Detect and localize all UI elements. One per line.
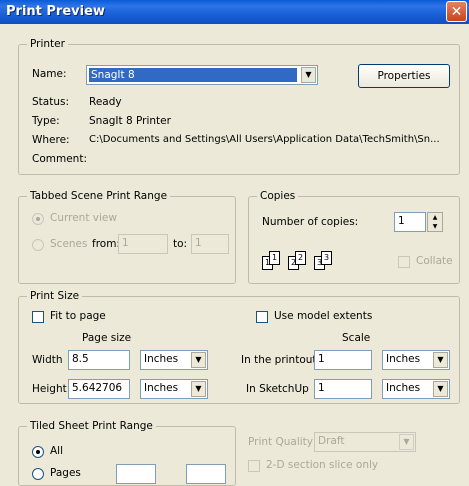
section-slice-checkbox[interactable] <box>248 460 260 472</box>
chevron-down-icon: ▼ <box>301 67 316 83</box>
chevron-down-icon: ▼ <box>191 352 206 368</box>
scenes-radio[interactable] <box>32 239 44 251</box>
title-bar: Print Preview ✕ <box>0 0 469 24</box>
spin-down-icon: ▼ <box>432 223 438 230</box>
fit-to-page-checkbox[interactable] <box>32 311 44 323</box>
height-input[interactable]: 5.642706 <box>68 379 130 399</box>
scene-range-legend: Tabbed Scene Print Range <box>27 190 171 202</box>
page-icon: 2 <box>295 251 306 265</box>
copies-spinner[interactable]: ▲ ▼ <box>427 212 443 232</box>
section-slice-label: 2-D section slice only <box>266 459 379 471</box>
scenes-label: Scenes <box>50 238 88 250</box>
type-label: Type: <box>32 115 60 127</box>
pages-to-input[interactable] <box>186 464 226 484</box>
comment-label: Comment: <box>32 153 87 165</box>
number-of-copies-label: Number of copies: <box>262 216 359 228</box>
collate-checkbox[interactable] <box>398 256 410 268</box>
pages-from-input[interactable] <box>116 464 156 484</box>
height-unit-value: Inches <box>144 382 179 394</box>
type-value: SnagIt 8 Printer <box>89 115 171 127</box>
from-label: from: <box>92 238 120 250</box>
printer-name-select[interactable]: SnagIt 8 ▼ <box>86 65 318 85</box>
page-icon: 1 <box>269 251 280 265</box>
status-label: Status: <box>32 96 69 108</box>
where-value: C:\Documents and Settings\All Users\Appl… <box>89 134 440 145</box>
chevron-down-icon: ▼ <box>399 434 414 450</box>
page-icon: 3 <box>321 251 332 265</box>
scene-from-input[interactable]: 1 <box>118 234 168 254</box>
width-unit-value: Inches <box>144 353 179 365</box>
chevron-down-icon: ▼ <box>433 381 448 397</box>
pages-label: Pages <box>50 467 81 479</box>
page-size-label: Page size <box>82 332 132 344</box>
height-unit-select[interactable]: Inches ▼ <box>140 379 208 399</box>
where-label: Where: <box>32 134 70 146</box>
all-pages-radio[interactable] <box>32 446 44 458</box>
in-printout-label: In the printout <box>241 354 317 366</box>
name-label: Name: <box>32 68 67 80</box>
properties-button[interactable]: Properties <box>358 64 450 88</box>
spin-up-icon: ▲ <box>432 214 438 221</box>
use-model-extents-checkbox[interactable] <box>256 311 268 323</box>
status-value: Ready <box>89 96 122 108</box>
printer-name-value: SnagIt 8 <box>89 68 297 82</box>
in-sketchup-input[interactable]: 1 <box>314 379 372 399</box>
chevron-down-icon: ▼ <box>191 381 206 397</box>
in-sketchup-label: In SketchUp <box>246 383 309 395</box>
printer-legend: Printer <box>27 38 68 50</box>
in-sketchup-unit-select[interactable]: Inches ▼ <box>382 379 450 399</box>
tiled-range-legend: Tiled Sheet Print Range <box>27 420 156 432</box>
pages-radio[interactable] <box>32 468 44 480</box>
copies-group: Copies <box>248 190 460 284</box>
close-button[interactable]: ✕ <box>446 1 467 22</box>
number-of-copies-input[interactable]: 1 <box>394 212 426 232</box>
in-printout-unit-value: Inches <box>386 353 421 365</box>
chevron-down-icon: ▼ <box>433 352 448 368</box>
height-label: Height <box>32 383 67 395</box>
all-pages-label: All <box>50 445 64 457</box>
print-quality-label: Print Quality <box>248 436 314 448</box>
width-unit-select[interactable]: Inches ▼ <box>140 350 208 370</box>
print-quality-value: Draft <box>318 435 345 447</box>
scene-to-input[interactable]: 1 <box>191 234 229 254</box>
use-model-extents-label: Use model extents <box>274 310 373 322</box>
to-label: to: <box>173 238 188 250</box>
collate-label: Collate <box>416 255 453 267</box>
fit-to-page-label: Fit to page <box>50 310 106 322</box>
in-printout-input[interactable]: 1 <box>314 350 372 370</box>
print-size-legend: Print Size <box>27 290 83 302</box>
in-printout-unit-select[interactable]: Inches ▼ <box>382 350 450 370</box>
current-view-label: Current view <box>50 212 117 224</box>
print-quality-select[interactable]: Draft ▼ <box>314 432 416 452</box>
width-input[interactable]: 8.5 <box>68 350 130 370</box>
in-sketchup-unit-value: Inches <box>386 382 421 394</box>
scale-label: Scale <box>342 332 371 344</box>
current-view-radio[interactable] <box>32 213 44 225</box>
copies-legend: Copies <box>257 190 299 202</box>
width-label: Width <box>32 354 63 366</box>
window-title: Print Preview <box>6 4 105 19</box>
